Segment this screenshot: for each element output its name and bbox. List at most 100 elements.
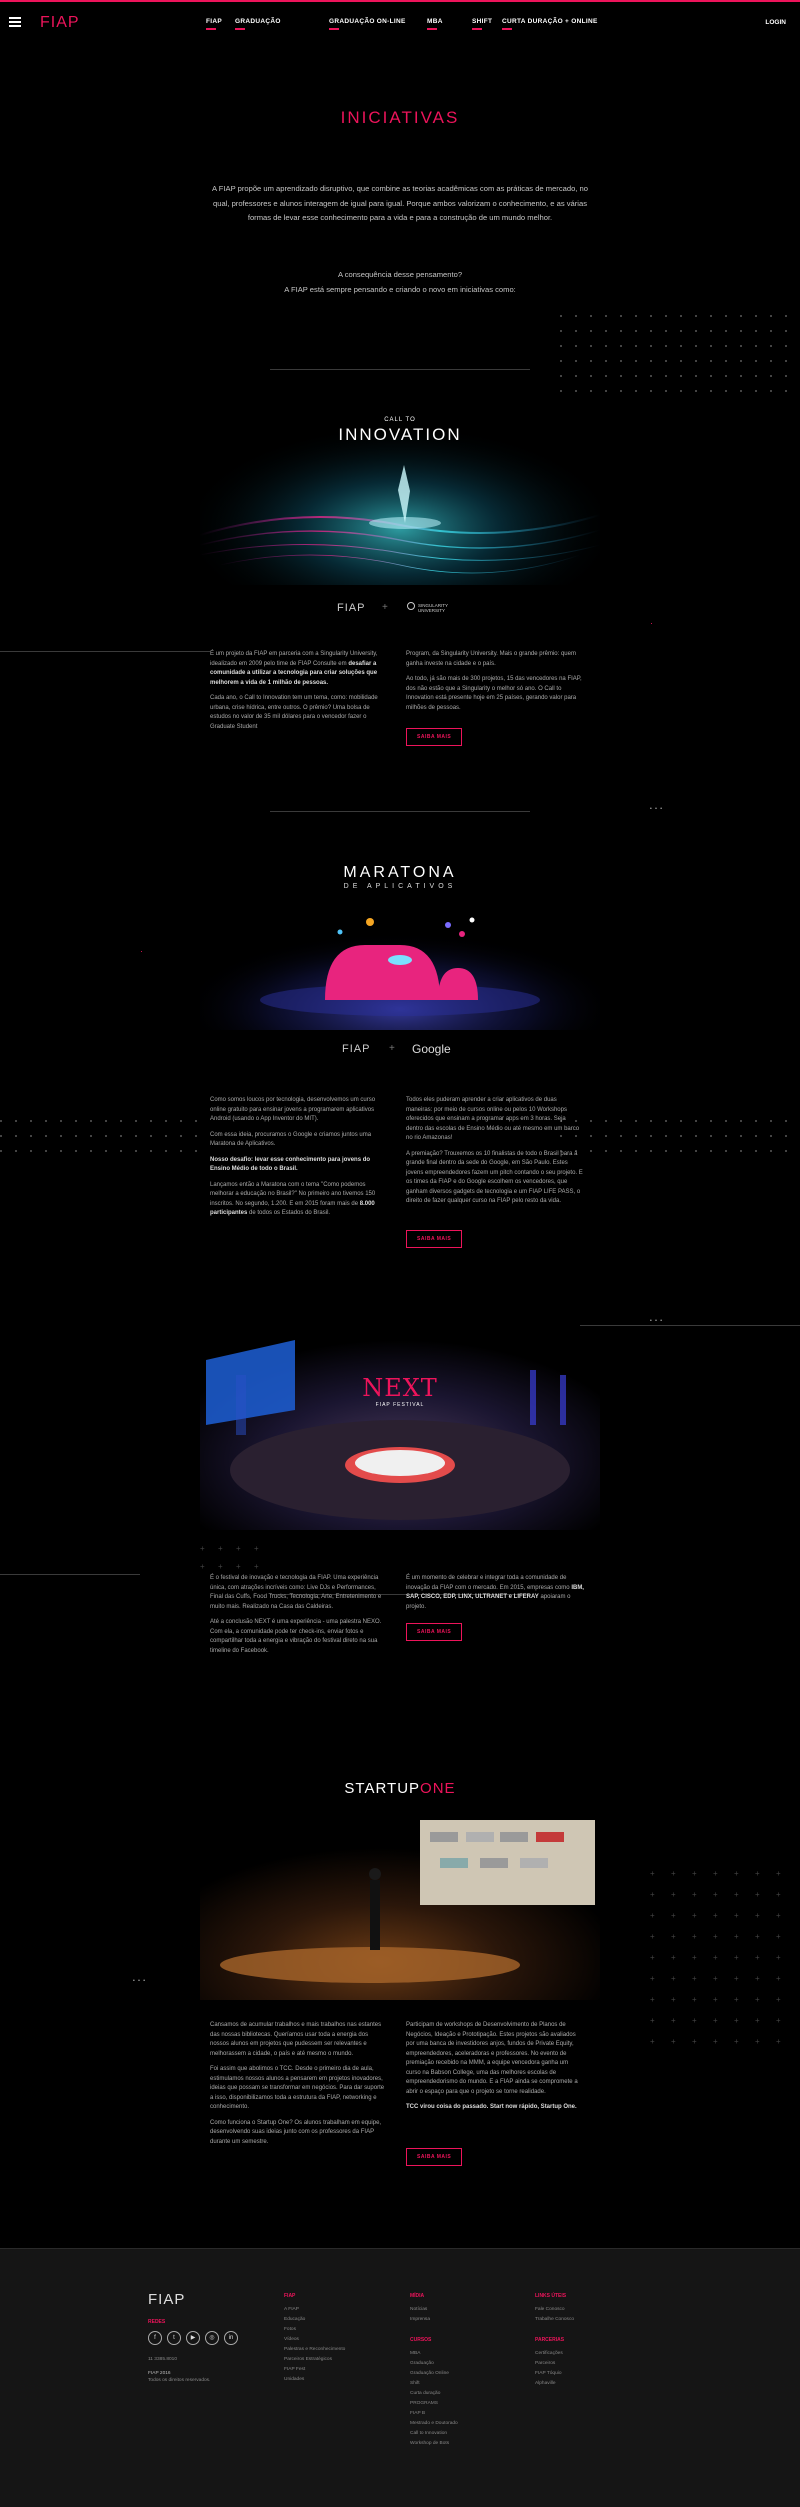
startup-one-text-left: Cansamos de acumular trabalhos e mais tr… — [210, 2022, 385, 2145]
decorative-red-dot: · — [140, 946, 144, 956]
footer-link[interactable]: A FIAP — [284, 2305, 345, 2315]
footer-link[interactable]: Unidades — [284, 2375, 345, 2385]
next-festival-visual: NEXT FIAP FESTIVAL — [200, 1330, 600, 1530]
innovation-title-small: CALL TO — [384, 417, 416, 423]
footer-col-links-links: Fale Conosco Trabalhe Conosco — [535, 2305, 574, 2325]
footer-link[interactable]: Parceiros — [535, 2359, 563, 2369]
footer-col-cursos-links: MBA Graduação Graduação Online Shift Curta d… — [410, 2349, 458, 2449]
fiap-logo[interactable]: FIAP — [40, 14, 80, 32]
intro-paragraph: A FIAP propõe um aprendizado disruptivo,… — [212, 184, 588, 222]
next-saiba-mais-button[interactable]: SAIBA MAIS — [406, 1623, 463, 1641]
footer-link[interactable]: MBA — [410, 2349, 458, 2359]
footer-col-cursos-heading: CURSOS — [410, 2337, 432, 2343]
maratona-saiba-mais-button[interactable]: SAIBA MAIS — [406, 1230, 463, 1248]
footer-link[interactable]: Trabalhe Conosco — [535, 2315, 574, 2325]
next-text-right: É um momento de celebrar e integrar toda… — [406, 1575, 584, 1610]
decorative-dot-grid — [560, 1120, 800, 1170]
partner-singularity-logo: SINGULARITY UNIVERSITY — [418, 603, 448, 613]
instagram-icon[interactable]: ◎ — [205, 2331, 219, 2345]
call-to-innovation-visual: CALL TO INNOVATION — [200, 395, 600, 585]
footer-link[interactable]: Fale Conosco — [535, 2305, 574, 2315]
next-festival-photo — [200, 1330, 600, 1530]
footer-link[interactable]: PROGRAMS — [410, 2399, 458, 2409]
singularity-logo-icon — [407, 602, 415, 610]
decorative-dots-marker: • • • — [650, 1318, 664, 1324]
footer-link[interactable]: Curta duração — [410, 2389, 458, 2399]
youtube-icon[interactable]: ▶ — [186, 2331, 200, 2345]
footer-link[interactable]: Vídeos — [284, 2335, 345, 2345]
nav-curta-duracao[interactable]: CURTA DURAÇÃO + ONLINE — [502, 18, 598, 30]
footer-link[interactable]: FIAP B — [410, 2409, 458, 2419]
footer-link[interactable]: FIAP Tóquio — [535, 2369, 563, 2379]
decorative-dot-grid — [0, 1120, 220, 1170]
innovation-saiba-mais-button[interactable]: SAIBA MAIS — [406, 728, 463, 746]
login-link[interactable]: LOGIN — [765, 19, 786, 26]
maratona-dome-graphic — [200, 890, 600, 1030]
next-title: NEXT — [362, 1374, 438, 1402]
footer-fiap-logo[interactable]: FIAP — [148, 2291, 185, 2308]
facebook-icon[interactable]: f — [148, 2331, 162, 2345]
maratona-text-left: Como somos loucos por tecnologia, desenv… — [210, 1097, 376, 1216]
footer-social-heading: REDES — [148, 2319, 166, 2325]
footer-col-links-heading: LINKS ÚTEIS — [535, 2293, 567, 2299]
footer-link[interactable]: Notícias — [410, 2305, 430, 2315]
footer-link[interactable]: Workshop de Bots — [410, 2439, 458, 2449]
partner-google-logo: Google — [412, 1042, 451, 1056]
footer-link[interactable]: Graduação Online — [410, 2369, 458, 2379]
footer-col-midia-links: Notícias Imprensa — [410, 2305, 430, 2325]
footer-col-midia-heading: MÍDIA — [410, 2293, 425, 2299]
linkedin-icon[interactable]: in — [224, 2331, 238, 2345]
footer-link[interactable]: Alphaville — [535, 2379, 563, 2389]
startup-one-photo — [200, 1810, 600, 2000]
twitter-icon[interactable]: t — [167, 2331, 181, 2345]
innovation-text-right: Program, da Singularity University. Mais… — [406, 651, 582, 711]
startup-one-text-right: Participam de workshops de Desenvolvimen… — [406, 2022, 578, 2110]
footer-phone: 11 3385.8010 — [148, 2357, 177, 2362]
footer-col-fiap-heading: FIAP — [284, 2293, 296, 2299]
footer-link[interactable]: Educação — [284, 2315, 345, 2325]
intro-question: A consequência desse pensamento? — [337, 270, 463, 279]
nav-mba[interactable]: MBA — [427, 18, 443, 30]
decorative-dots-marker: • • • — [133, 1978, 147, 1984]
plus-sign: + — [382, 602, 388, 613]
footer-link[interactable]: Call to Innovation — [410, 2429, 458, 2439]
innovation-title: INNOVATION — [338, 425, 462, 444]
hamburger-menu-icon[interactable] — [9, 17, 21, 27]
footer-link[interactable]: Certificações — [535, 2349, 563, 2359]
startup-one-saiba-mais-button[interactable]: SAIBA MAIS — [406, 2148, 463, 2166]
divider — [0, 1574, 140, 1575]
nav-graduacao-online[interactable]: GRADUAÇÃO ON-LINE — [329, 18, 406, 30]
intro-lead: A FIAP está sempre pensando e criando o … — [284, 285, 516, 294]
page-title: INICIATIVAS — [340, 108, 460, 127]
partner-fiap-logo: FIAP — [342, 1043, 371, 1055]
footer-link[interactable]: Imprensa — [410, 2315, 430, 2325]
footer-link[interactable]: Shift — [410, 2379, 458, 2389]
maratona-text-right: Todos eles puderam aprender a criar apli… — [406, 1097, 583, 1204]
top-navigation-bar: FIAP FIAP GRADUAÇÃO GRADUAÇÃO ON-LINE MB… — [0, 2, 800, 42]
decorative-dot-grid — [560, 315, 800, 405]
footer-col-parcerias-heading: PARCERIAS — [535, 2337, 565, 2343]
divider — [580, 1325, 800, 1326]
nav-shift[interactable]: SHIFT — [472, 18, 492, 30]
footer-link[interactable]: Fotos — [284, 2325, 345, 2335]
divider — [270, 811, 530, 812]
footer-link[interactable]: Parceiros Estratégicos — [284, 2355, 345, 2365]
innovation-text-left: É um projeto da FIAP em parceria com a S… — [210, 651, 378, 730]
divider — [270, 369, 530, 370]
footer-link[interactable]: Palestras e Reconhecimento — [284, 2345, 345, 2355]
footer-link[interactable]: FIAP Fest — [284, 2365, 345, 2375]
footer-col-parcerias-links: Certificações Parceiros FIAP Tóquio Alphavi… — [535, 2349, 563, 2389]
footer-link[interactable]: Graduação — [410, 2359, 458, 2369]
maratona-visual: MARATONA DE APLICATIVOS — [200, 850, 600, 1030]
footer-link[interactable]: Mestrado e Doutorado — [410, 2419, 458, 2429]
footer-col-fiap-links: A FIAP Educação Fotos Vídeos Palestras e Rec… — [284, 2305, 345, 2385]
startup-one-visual — [200, 1810, 600, 2000]
footer-rights: Todos os direitos reservados. — [148, 2378, 211, 2383]
decorative-plus-grid: + + + + + + + + + + + + + + + + + + + + + + + + + + + + + + + + + + + + + + + +… — [650, 1869, 781, 2046]
nav-graduacao[interactable]: GRADUAÇÃO — [235, 18, 281, 30]
footer: FIAP REDES f t ▶ ◎ in 11 3385.8010 FIAP … — [0, 2248, 800, 2507]
next-subtitle: FIAP FESTIVAL — [375, 1402, 425, 1408]
startup-one-title: STARTUPONE — [344, 1780, 456, 1797]
nav-fiap[interactable]: FIAP — [206, 18, 222, 30]
plus-sign: + — [389, 1043, 395, 1054]
